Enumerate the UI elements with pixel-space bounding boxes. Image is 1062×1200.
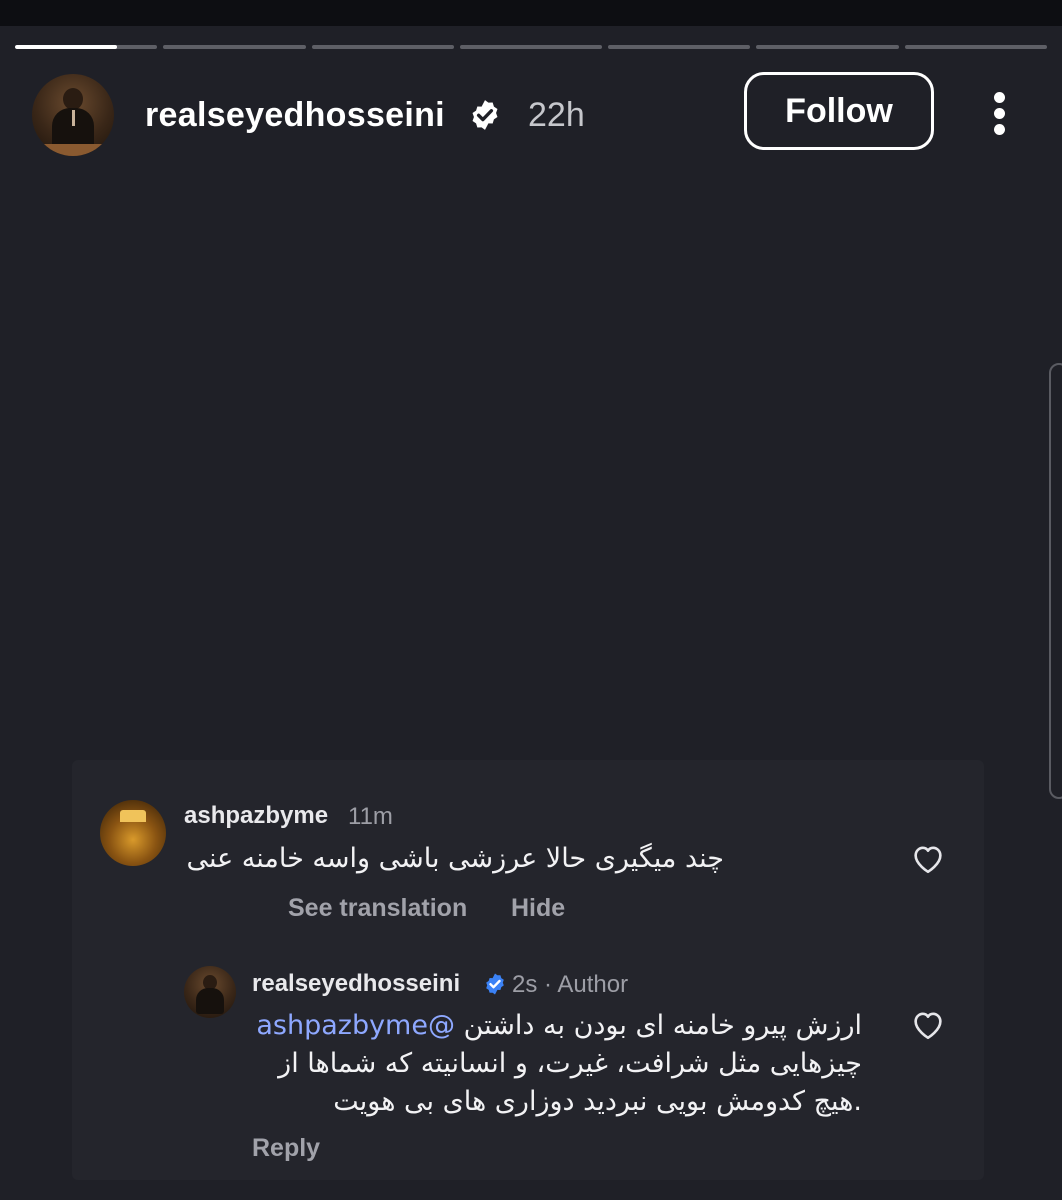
follow-button[interactable]: Follow xyxy=(744,72,934,150)
side-scroll-handle[interactable] xyxy=(1049,363,1062,799)
profile-username[interactable]: realseyedhosseini xyxy=(145,96,445,135)
reply-button[interactable]: Reply xyxy=(252,1134,320,1163)
commenter-avatar[interactable] xyxy=(100,800,166,866)
reply-meta: 2s · Author xyxy=(512,971,629,998)
verified-badge-icon xyxy=(486,973,504,995)
like-heart-icon[interactable] xyxy=(910,1008,946,1040)
reply-text-content: ارزش پیرو خامنه ای بودن به داشتن xyxy=(463,1010,862,1041)
post-time: 22h xyxy=(528,96,585,134)
progress-segment xyxy=(756,45,899,49)
progress-segment xyxy=(15,45,158,49)
story-progress-bar xyxy=(15,45,1047,50)
reply-text-line-3: .هیچ کدومش بویی نبردید دوزاری های بی هوی… xyxy=(333,1086,862,1117)
reply-text-line-2: چیزهایی مثل شرافت، غیرت، و انسانیته که ش… xyxy=(278,1048,862,1079)
comment-username[interactable]: ashpazbyme xyxy=(184,802,328,830)
progress-segment xyxy=(163,45,306,49)
top-status-strip xyxy=(0,0,1062,26)
progress-segment xyxy=(608,45,751,49)
comment-text: چند میگیری حالا عرزشی باشی واسه خامنه عن… xyxy=(186,843,724,874)
progress-fill xyxy=(15,45,118,49)
reply-username[interactable]: realseyedhosseini xyxy=(252,970,460,998)
see-translation-button[interactable]: See translation xyxy=(288,894,467,923)
progress-segment xyxy=(459,45,603,49)
reply-avatar[interactable] xyxy=(184,966,236,1018)
like-heart-icon[interactable] xyxy=(910,842,946,874)
progress-segment xyxy=(904,45,1047,49)
reply-text-line-1: ارزش پیرو خامنه ای بودن به داشتن @ashpaz… xyxy=(252,1010,862,1041)
verified-badge-icon xyxy=(472,100,498,130)
progress-segment xyxy=(311,45,454,49)
mention-link[interactable]: @ashpazbyme xyxy=(256,1010,455,1041)
profile-avatar[interactable] xyxy=(32,74,114,156)
comment-time: 11m xyxy=(348,803,393,830)
hide-button[interactable]: Hide xyxy=(511,894,565,923)
more-options-icon[interactable] xyxy=(985,90,1015,136)
story-header: realseyedhosseini 22h Follow xyxy=(0,70,1062,160)
